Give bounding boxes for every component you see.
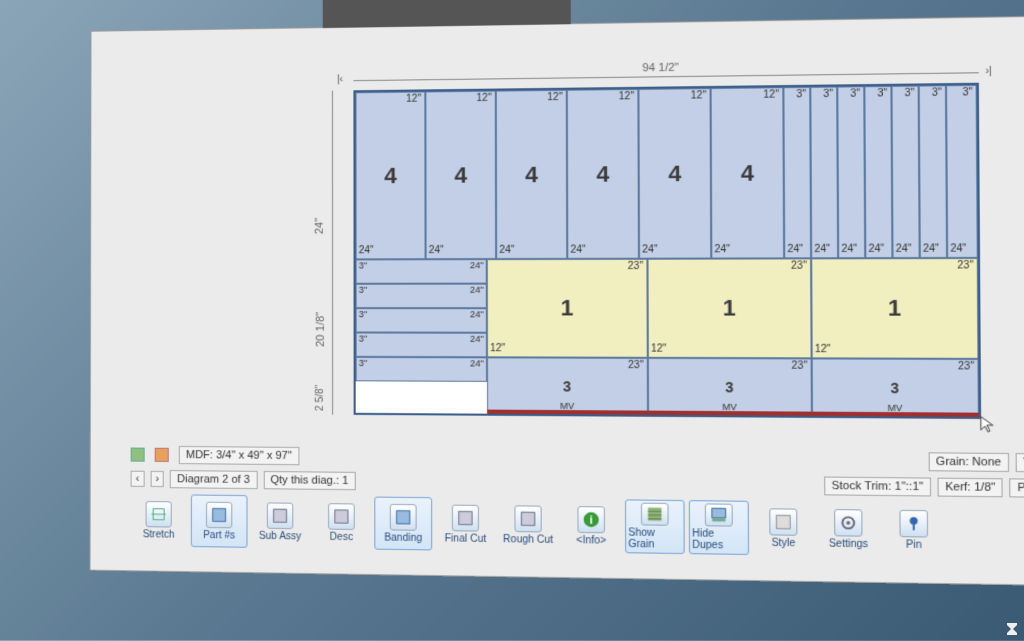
piece-4[interactable]: 12" 4 24": [496, 90, 567, 259]
material-icon[interactable]: [155, 448, 169, 462]
toolbar: Stretch Part #s Sub Assy Desc Banding Fi…: [131, 494, 1024, 564]
cutlist-window: |‹ 94 1/2" ›| 24" 20 1/8" 2 5/8" 12" 4 2…: [90, 15, 1024, 586]
style-button[interactable]: Style: [753, 501, 814, 556]
pin-icon: [899, 509, 928, 537]
piece-narrow[interactable]: 3"24": [864, 86, 892, 258]
svg-text:i: i: [590, 514, 593, 526]
style-icon: [769, 508, 797, 536]
piece-4[interactable]: 12" 4 24": [711, 87, 785, 258]
hourglass-icon: [1004, 622, 1020, 638]
partp-chip: Part P: [1010, 478, 1024, 498]
subassy-icon: [267, 502, 293, 529]
kerf-chip: Kerf: 1/8": [937, 478, 1003, 498]
piece-narrow[interactable]: 3"24": [946, 85, 978, 258]
info-icon: i: [577, 506, 605, 533]
showgrain-button[interactable]: Show Grain: [625, 499, 685, 554]
banding-button[interactable]: Banding: [374, 497, 432, 551]
info-button[interactable]: i<Info>: [562, 499, 621, 554]
cursor-icon: [979, 415, 999, 434]
ruler-vertical: 24" 20 1/8" 2 5/8": [318, 90, 339, 414]
parts-button[interactable]: Part #s: [191, 494, 248, 547]
pin-button[interactable]: Pin: [883, 502, 945, 558]
dupes-icon: [705, 503, 733, 526]
desc-icon: [328, 503, 355, 530]
piece-narrow[interactable]: 3"24": [783, 87, 811, 259]
strip[interactable]: 3"24": [356, 333, 487, 358]
vendor-chip: Vend: [1016, 453, 1024, 472]
material-chip: MDF: 3/4" x 49" x 97": [179, 446, 299, 465]
stretch-button[interactable]: Stretch: [131, 494, 187, 547]
roughcut-icon: [514, 505, 541, 532]
piece-3[interactable]: 23" 3 MV: [812, 358, 979, 416]
piece-4[interactable]: 12" 4 24": [638, 88, 711, 259]
stretch-icon: [146, 501, 172, 528]
piece-1[interactable]: 23" 1 12": [487, 259, 648, 358]
strip[interactable]: 3"24": [356, 284, 487, 309]
qty-chip: Qty this diag.: 1: [263, 471, 355, 490]
settings-button[interactable]: Settings: [818, 502, 879, 557]
preview-panel: [323, 0, 571, 28]
piece-3[interactable]: 23" 3 MV: [487, 357, 648, 414]
piece-narrow[interactable]: 3"24": [919, 85, 947, 258]
sheet-layout[interactable]: 12" 4 24" 12" 4 24" 12" 4 24" 12" 4 24" …: [353, 83, 981, 419]
gear-icon: [834, 509, 862, 537]
finalcut-button[interactable]: Final Cut: [436, 497, 494, 551]
grain-chip: Grain: None: [928, 452, 1009, 472]
piece-narrow[interactable]: 3"24": [891, 86, 919, 259]
piece-4[interactable]: 12" 4 24": [355, 91, 425, 259]
strip[interactable]: 3"24": [356, 357, 487, 382]
roughcut-button[interactable]: Rough Cut: [499, 498, 558, 552]
subassy-button[interactable]: Sub Assy: [252, 495, 309, 549]
parts-icon: [206, 501, 232, 528]
desc-button[interactable]: Desc: [313, 496, 370, 550]
strip[interactable]: 3"24": [356, 259, 487, 284]
sheet-width-label: 94 1/2": [638, 62, 683, 75]
piece-3[interactable]: 23" 3 MV: [648, 358, 812, 416]
ruler-horizontal: |‹ 94 1/2" ›|: [353, 58, 978, 87]
hidedupes-button[interactable]: Hide Dupes: [689, 500, 749, 555]
piece-1[interactable]: 23" 1 12": [811, 258, 978, 359]
diagram-chip: Diagram 2 of 3: [170, 470, 257, 489]
piece-4[interactable]: 12" 4 24": [425, 91, 496, 260]
piece-narrow[interactable]: 3"24": [837, 86, 865, 258]
grain-icon: [641, 503, 669, 526]
piece-narrow[interactable]: 3"24": [810, 87, 838, 259]
banding-icon: [390, 503, 417, 530]
piece-4[interactable]: 12" 4 24": [567, 89, 639, 259]
refresh-icon[interactable]: [131, 448, 145, 462]
stocktrim-chip: Stock Trim: 1"::1": [824, 477, 931, 497]
next-button[interactable]: ›: [150, 471, 164, 487]
prev-button[interactable]: ‹: [131, 471, 145, 487]
strip[interactable]: 3"24": [356, 308, 487, 333]
finalcut-icon: [452, 504, 479, 531]
piece-1[interactable]: 23" 1 12": [647, 258, 811, 358]
